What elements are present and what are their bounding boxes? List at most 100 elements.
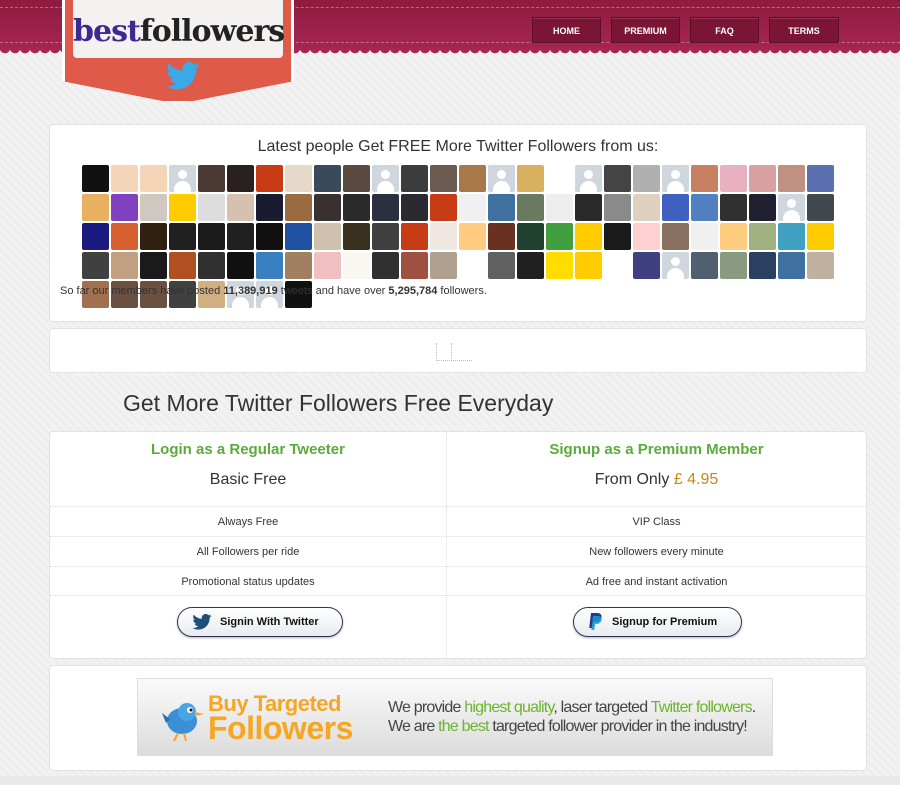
member-avatar[interactable] <box>285 223 312 250</box>
member-avatar[interactable] <box>372 252 399 279</box>
member-avatar[interactable] <box>662 223 689 250</box>
member-avatar[interactable] <box>430 194 457 221</box>
member-avatar[interactable] <box>314 194 341 221</box>
nav-terms[interactable]: TERMS <box>769 17 839 43</box>
member-avatar[interactable] <box>459 252 486 279</box>
member-avatar[interactable] <box>749 252 776 279</box>
nav-premium[interactable]: PREMIUM <box>611 17 680 43</box>
member-avatar[interactable] <box>517 194 544 221</box>
member-avatar[interactable] <box>807 194 834 221</box>
member-avatar[interactable] <box>662 165 689 192</box>
member-avatar[interactable] <box>314 223 341 250</box>
member-avatar[interactable] <box>372 165 399 192</box>
member-avatar[interactable] <box>662 252 689 279</box>
member-avatar[interactable] <box>401 165 428 192</box>
premium-plan-title[interactable]: Signup as a Premium Member <box>447 441 866 458</box>
member-avatar[interactable] <box>372 194 399 221</box>
member-avatar[interactable] <box>575 252 602 279</box>
member-avatar[interactable] <box>256 194 283 221</box>
member-avatar[interactable] <box>604 165 631 192</box>
member-avatar[interactable] <box>169 252 196 279</box>
member-avatar[interactable] <box>227 165 254 192</box>
regular-plan-title[interactable]: Login as a Regular Tweeter <box>50 441 446 458</box>
member-avatar[interactable] <box>285 165 312 192</box>
member-avatar[interactable] <box>111 252 138 279</box>
member-avatar[interactable] <box>82 252 109 279</box>
member-avatar[interactable] <box>488 194 515 221</box>
member-avatar[interactable] <box>169 194 196 221</box>
member-avatar[interactable] <box>720 223 747 250</box>
member-avatar[interactable] <box>691 252 718 279</box>
member-avatar[interactable] <box>691 165 718 192</box>
member-avatar[interactable] <box>401 194 428 221</box>
member-avatar[interactable] <box>343 165 370 192</box>
member-avatar[interactable] <box>720 165 747 192</box>
member-avatar[interactable] <box>807 223 834 250</box>
nav-home[interactable]: HOME <box>532 17 601 43</box>
signin-twitter-button[interactable]: Signin With Twitter <box>177 607 343 637</box>
member-avatar[interactable] <box>343 252 370 279</box>
member-avatar[interactable] <box>111 165 138 192</box>
member-avatar[interactable] <box>807 252 834 279</box>
member-avatar[interactable] <box>198 165 225 192</box>
member-avatar[interactable] <box>749 223 776 250</box>
member-avatar[interactable] <box>198 252 225 279</box>
member-avatar[interactable] <box>778 165 805 192</box>
member-avatar[interactable] <box>633 194 660 221</box>
member-avatar[interactable] <box>169 165 196 192</box>
member-avatar[interactable] <box>82 223 109 250</box>
member-avatar[interactable] <box>256 165 283 192</box>
member-avatar[interactable] <box>778 194 805 221</box>
member-avatar[interactable] <box>459 165 486 192</box>
member-avatar[interactable] <box>111 223 138 250</box>
member-avatar[interactable] <box>720 194 747 221</box>
member-avatar[interactable] <box>82 165 109 192</box>
member-avatar[interactable] <box>372 223 399 250</box>
member-avatar[interactable] <box>604 252 631 279</box>
member-avatar[interactable] <box>285 194 312 221</box>
member-avatar[interactable] <box>314 252 341 279</box>
member-avatar[interactable] <box>140 165 167 192</box>
member-avatar[interactable] <box>227 194 254 221</box>
member-avatar[interactable] <box>546 252 573 279</box>
member-avatar[interactable] <box>198 223 225 250</box>
member-avatar[interactable] <box>575 223 602 250</box>
member-avatar[interactable] <box>111 194 138 221</box>
member-avatar[interactable] <box>256 252 283 279</box>
member-avatar[interactable] <box>633 223 660 250</box>
member-avatar[interactable] <box>343 223 370 250</box>
member-avatar[interactable] <box>459 194 486 221</box>
member-avatar[interactable] <box>633 165 660 192</box>
member-avatar[interactable] <box>662 194 689 221</box>
member-avatar[interactable] <box>575 194 602 221</box>
member-avatar[interactable] <box>778 252 805 279</box>
member-avatar[interactable] <box>430 252 457 279</box>
member-avatar[interactable] <box>604 223 631 250</box>
member-avatar[interactable] <box>749 194 776 221</box>
member-avatar[interactable] <box>401 252 428 279</box>
member-avatar[interactable] <box>459 223 486 250</box>
member-avatar[interactable] <box>82 194 109 221</box>
member-avatar[interactable] <box>517 252 544 279</box>
member-avatar[interactable] <box>285 252 312 279</box>
member-avatar[interactable] <box>488 223 515 250</box>
member-avatar[interactable] <box>430 165 457 192</box>
nav-faq[interactable]: FAQ <box>690 17 759 43</box>
signup-premium-button[interactable]: Signup for Premium <box>573 607 742 637</box>
member-avatar[interactable] <box>546 223 573 250</box>
member-avatar[interactable] <box>604 194 631 221</box>
member-avatar[interactable] <box>575 165 602 192</box>
member-avatar[interactable] <box>314 165 341 192</box>
buy-targeted-followers-banner[interactable]: Buy Targeted Followers We provide highes… <box>137 678 773 756</box>
member-avatar[interactable] <box>169 223 196 250</box>
member-avatar[interactable] <box>778 223 805 250</box>
member-avatar[interactable] <box>546 194 573 221</box>
member-avatar[interactable] <box>488 252 515 279</box>
member-avatar[interactable] <box>633 252 660 279</box>
member-avatar[interactable] <box>198 194 225 221</box>
member-avatar[interactable] <box>691 194 718 221</box>
member-avatar[interactable] <box>343 194 370 221</box>
member-avatar[interactable] <box>401 223 428 250</box>
member-avatar[interactable] <box>807 165 834 192</box>
member-avatar[interactable] <box>140 252 167 279</box>
